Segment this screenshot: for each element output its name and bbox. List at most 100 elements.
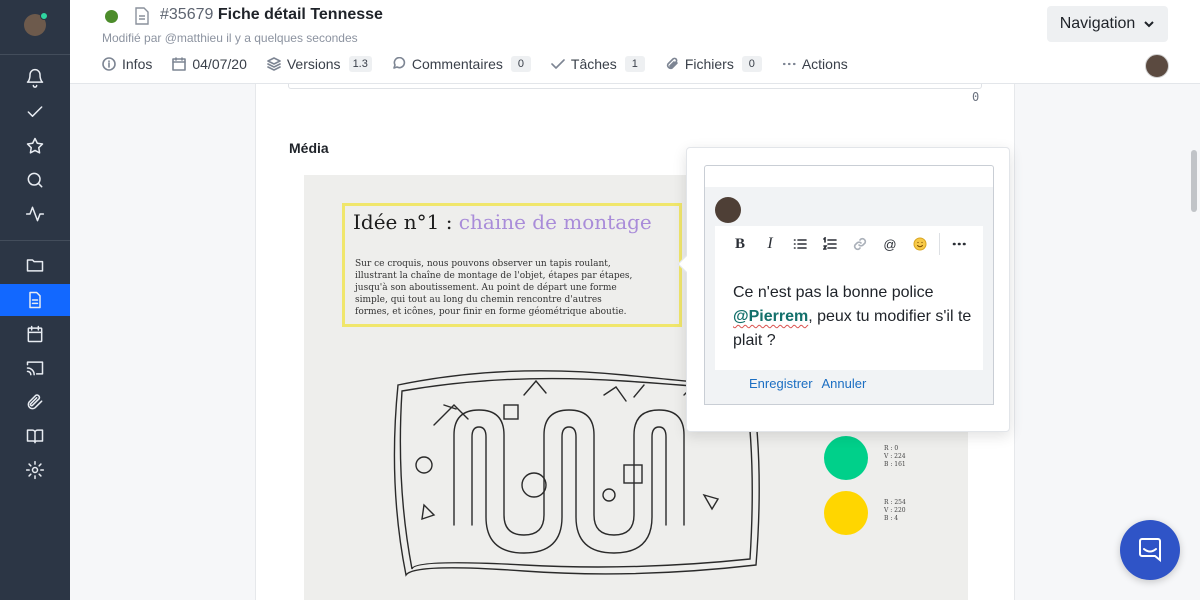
tab-label: Versions — [286, 56, 341, 72]
comment-popover: B I @ Ce n'est pas la bonne police @Pier… — [677, 147, 1010, 432]
bullet-list-button[interactable] — [785, 229, 815, 259]
settings-icon — [25, 460, 45, 480]
save-button[interactable]: Enregistrer — [749, 376, 813, 391]
page-scrollbar[interactable] — [1191, 150, 1197, 212]
comment-panel: B I @ Ce n'est pas la bonne police @Pier… — [704, 187, 994, 405]
bold-button[interactable]: B — [725, 229, 755, 259]
emoji-button[interactable] — [905, 229, 935, 259]
idea-title: Idée n°1 : chaine de montage — [353, 210, 652, 234]
doc-number: #35679 — [160, 6, 214, 23]
book-icon — [26, 429, 44, 444]
color-swatch-yellow — [824, 491, 868, 535]
sidebar-divider — [0, 54, 70, 55]
comment-text[interactable]: Ce n'est pas la bonne police @Pierrem, p… — [733, 281, 978, 353]
last-modified-text: Modifié par @matthieu il y a quelques se… — [102, 31, 358, 45]
comment-icon — [393, 57, 406, 69]
idea-textbox: Idée n°1 : chaine de montage Sur ce croq… — [342, 203, 682, 327]
paperclip-icon — [27, 394, 43, 410]
text-field-bottom[interactable] — [288, 84, 982, 89]
numbered-list-icon — [823, 237, 837, 250]
emoji-icon — [913, 237, 927, 251]
bell-icon — [26, 68, 44, 88]
activity-icon — [25, 206, 45, 222]
comment-editor[interactable]: B I @ Ce n'est pas la bonne police @Pier… — [715, 226, 983, 370]
more-icon — [952, 242, 966, 246]
document-icon — [29, 291, 41, 309]
folder-icon — [26, 259, 44, 272]
character-counter: 0 — [972, 90, 980, 104]
user-mention[interactable]: @Pierrem — [733, 308, 808, 325]
color-swatch-green-values: R : 0 V : 224 B : 161 — [884, 445, 906, 468]
sidebar-item-cast[interactable] — [0, 353, 70, 383]
tab-files[interactable]: Fichiers 0 — [665, 56, 762, 72]
sidebar-item-search[interactable] — [0, 165, 70, 195]
bold-icon: B — [734, 235, 745, 252]
tab-versions[interactable]: Versions 1.3 — [267, 56, 372, 72]
page-title: #35679 Fiche détail Tennesse — [160, 6, 383, 24]
star-icon — [26, 137, 44, 154]
tab-label: Infos — [122, 56, 153, 72]
numbered-list-button[interactable] — [815, 229, 845, 259]
tab-tasks[interactable]: Tâches 1 — [551, 56, 645, 72]
check-icon — [27, 106, 43, 117]
tasks-badge: 1 — [624, 56, 645, 72]
sidebar-item-folders[interactable] — [0, 250, 70, 280]
current-user-avatar[interactable] — [1145, 54, 1169, 78]
tab-label: Fichiers — [684, 56, 734, 72]
tab-date[interactable]: 04/07/20 — [172, 56, 247, 72]
comment-text-start: Ce n'est pas la bonne police — [733, 284, 934, 301]
comments-badge: 0 — [510, 56, 531, 72]
search-icon — [27, 172, 43, 188]
mention-button[interactable]: @ — [875, 229, 905, 259]
commenter-avatar — [715, 197, 741, 223]
sidebar-item-calendar[interactable] — [0, 319, 70, 349]
cast-icon — [26, 361, 44, 376]
at-icon: @ — [883, 236, 897, 252]
link-icon — [853, 237, 867, 251]
color-swatch-yellow-values: R : 254 V : 220 B : 4 — [884, 499, 906, 522]
cancel-button[interactable]: Annuler — [821, 376, 866, 391]
tab-label: Actions — [801, 56, 848, 72]
chat-launcher-button[interactable] — [1120, 520, 1180, 580]
color-swatch-green — [824, 436, 868, 480]
layers-icon — [267, 57, 281, 71]
italic-button[interactable]: I — [755, 229, 785, 259]
sidebar-item-attachments[interactable] — [0, 387, 70, 417]
chevron-down-icon — [1144, 21, 1155, 28]
sidebar-item-tasks[interactable] — [0, 97, 70, 127]
link-button[interactable] — [845, 229, 875, 259]
sidebar-item-settings[interactable] — [0, 455, 70, 485]
tab-infos[interactable]: Infos — [102, 56, 152, 72]
italic-icon: I — [767, 235, 773, 252]
idea-title-highlight: chaine de montage — [458, 210, 652, 234]
sidebar-item-activity[interactable] — [0, 199, 70, 229]
sidebar-item-library[interactable] — [0, 421, 70, 451]
left-sidebar — [0, 0, 70, 600]
versions-badge: 1.3 — [348, 56, 372, 72]
tab-label: 04/07/20 — [192, 56, 247, 72]
calendar-icon — [27, 325, 43, 343]
media-section-title: Média — [289, 140, 329, 156]
chat-icon — [1139, 538, 1161, 563]
status-indicator — [105, 10, 118, 23]
tab-label: Commentaires — [411, 56, 503, 72]
tab-actions[interactable]: Actions — [782, 56, 848, 72]
sidebar-item-notifications[interactable] — [0, 63, 70, 93]
editor-toolbar: B I @ — [715, 226, 983, 262]
comment-search-input[interactable] — [704, 165, 994, 187]
page-header: #35679 Fiche détail Tennesse Modifié par… — [70, 0, 1200, 84]
navigation-dropdown[interactable]: Navigation — [1047, 6, 1168, 42]
info-icon — [102, 57, 116, 71]
calendar-icon — [172, 57, 187, 71]
more-options-button[interactable] — [944, 229, 974, 259]
sidebar-item-favorites[interactable] — [0, 131, 70, 161]
ellipsis-icon — [782, 62, 796, 66]
navigation-label: Navigation — [1059, 15, 1136, 32]
bullet-list-icon — [793, 239, 807, 249]
tab-label: Tâches — [570, 56, 617, 72]
user-avatar[interactable] — [24, 12, 48, 36]
check-icon — [551, 59, 565, 69]
sidebar-item-documents[interactable] — [0, 284, 70, 316]
idea-description: Sur ce croquis, nous pouvons observer un… — [355, 259, 633, 317]
tab-comments[interactable]: Commentaires 0 — [392, 56, 531, 72]
